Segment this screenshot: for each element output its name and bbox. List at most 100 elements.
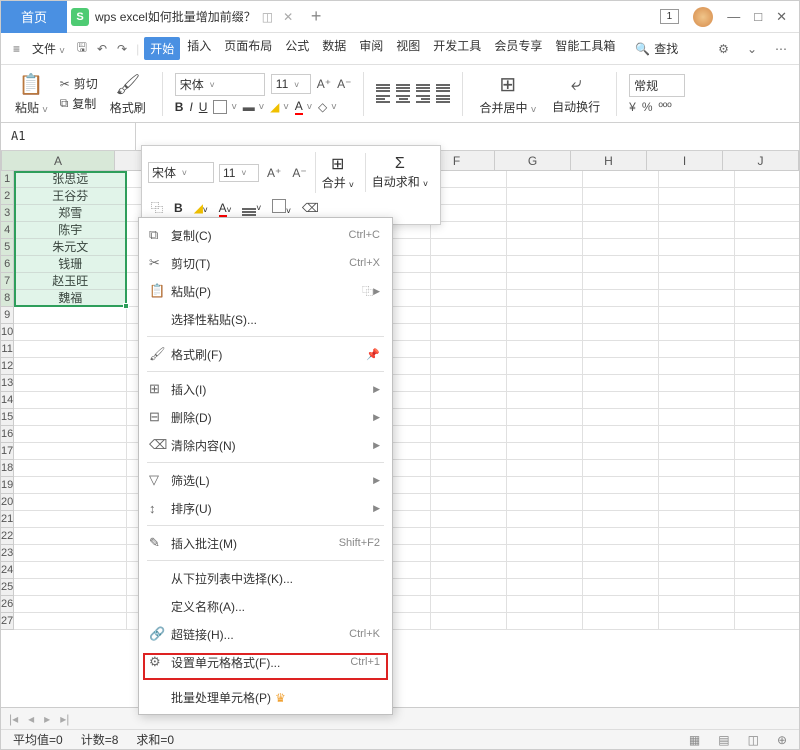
view-page-icon[interactable]: ▤ [718, 733, 729, 747]
menu-icon[interactable]: ≡ [9, 42, 24, 56]
format-painter-button[interactable]: 🖌 格式刷 [106, 72, 150, 116]
cell-G19[interactable] [507, 477, 583, 494]
ctx-item-12[interactable]: ↕排序(U)▶ [139, 494, 392, 522]
cell-G20[interactable] [507, 494, 583, 511]
cell-J5[interactable] [735, 239, 799, 256]
menu-tab-3[interactable]: 公式 [279, 37, 315, 60]
cell-I12[interactable] [659, 358, 735, 375]
close-window-button[interactable]: ✕ [776, 9, 787, 25]
cell-J2[interactable] [735, 188, 799, 205]
cell-F27[interactable] [431, 613, 507, 630]
wrap-text-button[interactable]: ⤶ 自动换行 [548, 73, 604, 115]
copy-button[interactable]: ⧉ 复制 [60, 95, 98, 112]
row-header-21[interactable]: 21 [1, 511, 14, 528]
cell-J1[interactable] [735, 171, 799, 188]
cell-H3[interactable] [583, 205, 659, 222]
view-normal-icon[interactable]: ▦ [689, 733, 700, 747]
row-header-4[interactable]: 4 [1, 222, 14, 239]
cell-F15[interactable] [431, 409, 507, 426]
cell-I4[interactable] [659, 222, 735, 239]
cell-H4[interactable] [583, 222, 659, 239]
cell-A9[interactable] [14, 307, 127, 324]
ctx-item-21[interactable]: 批量处理单元格(P)♛ [139, 683, 392, 711]
cell-F23[interactable] [431, 545, 507, 562]
cell-J7[interactable] [735, 273, 799, 290]
underline-button[interactable]: U [199, 100, 208, 114]
cell-F14[interactable] [431, 392, 507, 409]
cell-A16[interactable] [14, 426, 127, 443]
cell-A21[interactable] [14, 511, 127, 528]
cell-G14[interactable] [507, 392, 583, 409]
italic-button[interactable]: I [189, 100, 192, 114]
cell-H15[interactable] [583, 409, 659, 426]
cell-J4[interactable] [735, 222, 799, 239]
cell-I25[interactable] [659, 579, 735, 596]
mini-clear-icon[interactable]: ⌫ [299, 199, 322, 217]
cell-G22[interactable] [507, 528, 583, 545]
cell-G3[interactable] [507, 205, 583, 222]
mini-decrease-font-icon[interactable]: A⁻ [289, 164, 309, 182]
col-header-J[interactable]: J [723, 151, 799, 170]
cell-F20[interactable] [431, 494, 507, 511]
row-header-20[interactable]: 20 [1, 494, 14, 511]
comma-icon[interactable]: ººº [659, 100, 672, 114]
cell-I8[interactable] [659, 290, 735, 307]
menu-tab-0[interactable]: 开始 [144, 37, 180, 60]
mini-fill-button[interactable]: ◢ⅴ [191, 199, 211, 217]
cell-J23[interactable] [735, 545, 799, 562]
cell-A7[interactable]: 赵玉旺 [14, 273, 127, 290]
cell-I17[interactable] [659, 443, 735, 460]
indent-icon[interactable] [436, 95, 450, 103]
name-box[interactable]: A1 [1, 123, 136, 150]
ctx-item-3[interactable]: 选择性粘贴(S)... [139, 305, 392, 333]
cell-A4[interactable]: 陈宇 [14, 222, 127, 239]
ctx-item-16[interactable]: 从下拉列表中选择(K)... [139, 564, 392, 592]
cell-H16[interactable] [583, 426, 659, 443]
align-right-icon[interactable] [416, 95, 430, 103]
tab-home[interactable]: 首页 [1, 1, 67, 33]
menu-tab-1[interactable]: 插入 [181, 37, 217, 60]
cell-H7[interactable] [583, 273, 659, 290]
cell-J21[interactable] [735, 511, 799, 528]
cell-G4[interactable] [507, 222, 583, 239]
row-header-18[interactable]: 18 [1, 460, 14, 477]
cell-H17[interactable] [583, 443, 659, 460]
mini-increase-font-icon[interactable]: A⁺ [264, 164, 284, 182]
row-header-23[interactable]: 23 [1, 545, 14, 562]
row-header-8[interactable]: 8 [1, 290, 14, 307]
font-size-select[interactable]: 11ⅴ [271, 74, 311, 94]
percent-icon[interactable]: % [642, 100, 653, 114]
align-top-icon[interactable] [376, 84, 390, 92]
cell-J13[interactable] [735, 375, 799, 392]
ctx-item-17[interactable]: 定义名称(A)... [139, 592, 392, 620]
cell-A18[interactable] [14, 460, 127, 477]
cell-I24[interactable] [659, 562, 735, 579]
sheet-prev-icon[interactable]: ◂ [28, 712, 34, 726]
ctx-item-5[interactable]: 🖌格式刷(F)📌 [139, 340, 392, 368]
font-family-select[interactable]: 宋体ⅴ [175, 73, 265, 96]
cell-H2[interactable] [583, 188, 659, 205]
cell-F24[interactable] [431, 562, 507, 579]
row-header-7[interactable]: 7 [1, 273, 14, 290]
orientation-icon[interactable] [436, 84, 450, 92]
fill-color-button[interactable]: ▬ ⅴ [243, 100, 264, 114]
row-header-3[interactable]: 3 [1, 205, 14, 222]
ctx-item-18[interactable]: 🔗超链接(H)...Ctrl+K [139, 620, 392, 648]
cell-A19[interactable] [14, 477, 127, 494]
cell-I6[interactable] [659, 256, 735, 273]
row-header-24[interactable]: 24 [1, 562, 14, 579]
cell-H5[interactable] [583, 239, 659, 256]
cell-F13[interactable] [431, 375, 507, 392]
sheet-last-icon[interactable]: ▸| [60, 712, 69, 726]
row-header-2[interactable]: 2 [1, 188, 14, 205]
cell-I11[interactable] [659, 341, 735, 358]
cell-F6[interactable] [431, 256, 507, 273]
cell-A6[interactable]: 钱珊 [14, 256, 127, 273]
search-box[interactable]: 🔍 查找 [635, 40, 678, 57]
minimize-button[interactable]: — [727, 9, 740, 24]
more-icon[interactable]: ⋯ [771, 42, 791, 56]
cell-A12[interactable] [14, 358, 127, 375]
align-bottom-icon[interactable] [416, 84, 430, 92]
mini-merge-button[interactable]: ⊞合并 ⅴ [315, 152, 360, 193]
row-header-12[interactable]: 12 [1, 358, 14, 375]
